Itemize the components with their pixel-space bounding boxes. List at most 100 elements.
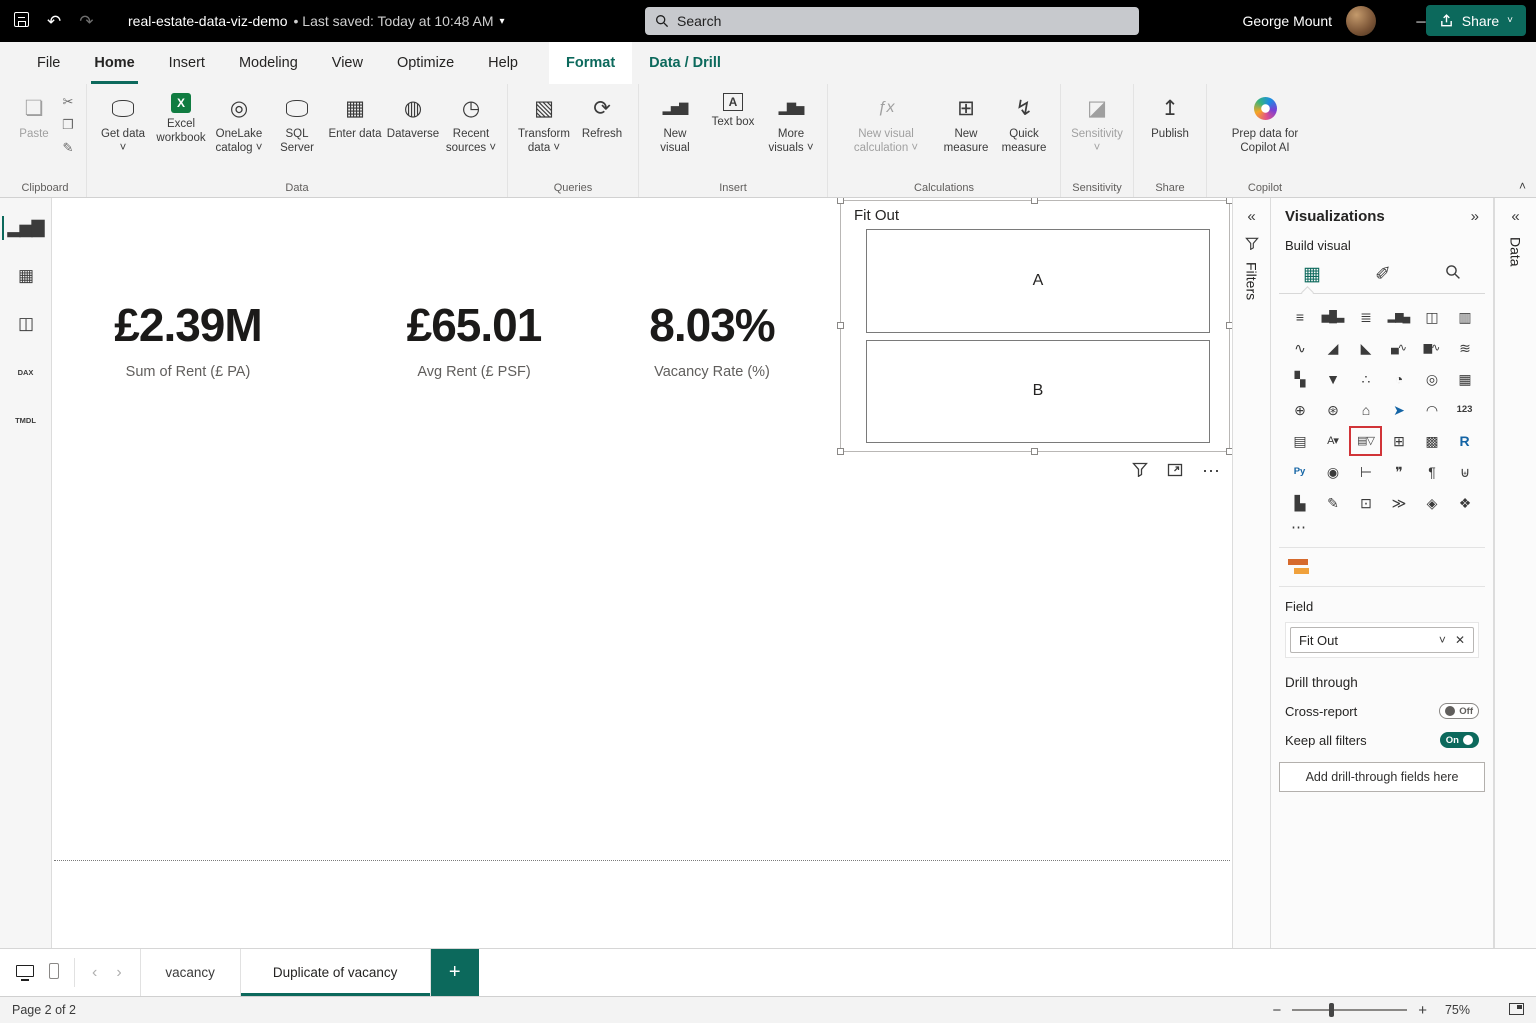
share-button[interactable]: Share ˅	[1426, 5, 1526, 36]
new-page-button[interactable]: +	[431, 949, 479, 996]
page-tab[interactable]: Duplicate of vacancy	[241, 949, 431, 996]
report-view[interactable]: ▂▅▇	[6, 208, 46, 248]
collapse-ribbon-button[interactable]: ˄	[1519, 179, 1526, 193]
Format[interactable]: Format	[549, 42, 632, 84]
multi-row-card[interactable]: ▤	[1285, 428, 1314, 454]
gauge[interactable]: ◠	[1417, 397, 1446, 423]
slicer-option[interactable]: B	[866, 340, 1210, 444]
new-visual-calculation-button[interactable]: ƒx New visual calculation ˅	[835, 89, 937, 160]
scatter-chart[interactable]: ∴	[1351, 366, 1380, 392]
drill-through-field-dropzone[interactable]: Add drill-through fields here	[1279, 762, 1485, 792]
tmdl-view[interactable]: TMDL	[6, 400, 46, 440]
sql-server-button[interactable]: SQL Server	[268, 89, 326, 160]
tab-analytics[interactable]	[1445, 264, 1461, 284]
Modeling[interactable]: Modeling	[222, 42, 315, 84]
search-input[interactable]: Search	[645, 7, 1139, 35]
line-and-clustered-column-chart[interactable]: ▆∿	[1417, 335, 1446, 361]
stacked-area-chart[interactable]: ◣	[1351, 335, 1380, 361]
arcgis-map[interactable]: ◈	[1417, 490, 1446, 516]
Optimize[interactable]: Optimize	[380, 42, 471, 84]
dataverse-button[interactable]: ◍ Dataverse	[384, 89, 442, 146]
azure-map[interactable]: ➤	[1384, 397, 1413, 423]
toggle-switch[interactable]: Off	[1439, 703, 1479, 719]
selection-handle[interactable]	[1031, 198, 1038, 204]
selection-handle[interactable]	[837, 322, 844, 329]
model-view[interactable]: ◫	[6, 304, 46, 344]
kpi-card[interactable]: 8.03% Vacancy Rate (%)	[572, 298, 852, 380]
map[interactable]: ⊕	[1285, 397, 1314, 423]
enter-data-button[interactable]: ▦ Enter data	[326, 89, 384, 146]
expand-data-button[interactable]: «	[1511, 208, 1519, 225]
waterfall-chart[interactable]: ▚	[1285, 366, 1314, 392]
fit-to-page-button[interactable]	[1481, 1003, 1524, 1018]
Insert[interactable]: Insert	[152, 42, 222, 84]
power-apps[interactable]: ⊡	[1351, 490, 1380, 516]
key-influencers[interactable]: ◉	[1318, 459, 1347, 485]
View[interactable]: View	[315, 42, 380, 84]
publish-button[interactable]: ↥ Publish	[1141, 89, 1199, 146]
more-visuals-button[interactable]: ▂▇▅ More visuals ˅	[762, 89, 820, 160]
stacked-bar-chart[interactable]: ≡	[1285, 304, 1314, 330]
format-painter-icon[interactable]: ✎	[57, 137, 79, 158]
mobile-layout-button[interactable]	[49, 963, 59, 982]
Data / Drill[interactable]: Data / Drill	[632, 42, 738, 84]
filters-pane-title[interactable]: Filters	[1244, 262, 1260, 300]
shape-map[interactable]: ⌂	[1351, 397, 1380, 423]
kpi-card[interactable]: £2.39M Sum of Rent (£ PA)	[52, 298, 328, 380]
tab-format-visual[interactable]: ✐	[1375, 265, 1391, 284]
ribbon-chart[interactable]: ≋	[1450, 335, 1479, 361]
zoom-out-button[interactable]: −	[1272, 1003, 1281, 1018]
field-remove-icon[interactable]: ✕	[1455, 634, 1465, 646]
paste-button[interactable]: ❏ Paste	[11, 89, 57, 146]
filled-map[interactable]: ⊛	[1318, 397, 1347, 423]
more-visual[interactable]: ❖	[1450, 490, 1479, 516]
zoom-in-button[interactable]: +	[1418, 1003, 1427, 1018]
cut-icon[interactable]: ✂	[57, 91, 79, 112]
smart-narrative[interactable]: ¶	[1417, 459, 1446, 485]
zoom-slider[interactable]	[1292, 1009, 1407, 1011]
clustered-bar-chart[interactable]: ≣	[1351, 304, 1380, 330]
toggle-switch[interactable]: On	[1440, 732, 1479, 748]
slicer-option[interactable]: A	[866, 229, 1210, 333]
treemap[interactable]: ▦	[1450, 366, 1479, 392]
new-measure-button[interactable]: ⊞ New measure	[937, 89, 995, 160]
selection-handle[interactable]	[837, 448, 844, 455]
metrics[interactable]: ⊎	[1450, 459, 1479, 485]
selection-handle[interactable]	[837, 198, 844, 204]
area-chart[interactable]: ◢	[1318, 335, 1347, 361]
selection-handle[interactable]	[1031, 448, 1038, 455]
onelake-catalog-button[interactable]: ◎ OneLake catalog ˅	[210, 89, 268, 160]
redo-button[interactable]: ↷	[79, 13, 93, 30]
100-stacked-bar-chart[interactable]: ◫	[1417, 304, 1446, 330]
visual-filter-button[interactable]	[1132, 462, 1148, 480]
File[interactable]: File	[20, 42, 77, 84]
donut-chart[interactable]: ◎	[1417, 366, 1446, 392]
document-title-area[interactable]: real-estate-data-viz-demo • Last saved: …	[128, 0, 505, 42]
data-pane-title[interactable]: Data	[1508, 237, 1524, 267]
selected-visual-fit-out[interactable]: Fit Out A B	[840, 200, 1230, 452]
zoom-slider-knob[interactable]	[1329, 1003, 1334, 1017]
collapse-visualizations-button[interactable]: »	[1471, 208, 1479, 225]
copy-icon[interactable]: ❐	[57, 114, 79, 135]
transform-data-button[interactable]: ▧ Transform data ˅	[515, 89, 573, 160]
Home[interactable]: Home	[77, 42, 151, 84]
sensitivity-button[interactable]: ◪ Sensitivity ˅	[1068, 89, 1126, 160]
get-data-button[interactable]: Get data ˅	[94, 89, 152, 160]
prep-data-copilot-button[interactable]: Prep data for Copilot AI	[1214, 89, 1316, 160]
matrix[interactable]: ▩	[1417, 428, 1446, 454]
dax-query-view[interactable]: DAX	[6, 352, 46, 392]
more-visual-types-button[interactable]: ⋯	[1285, 516, 1312, 538]
quick-measure-button[interactable]: ↯ Quick measure	[995, 89, 1053, 160]
paginated-report[interactable]: ▙	[1285, 490, 1314, 516]
new-card-visual[interactable]: ✎	[1318, 490, 1347, 516]
field-pill-fit-out[interactable]: Fit Out ˅ ✕	[1290, 627, 1474, 653]
kpi[interactable]: A▾	[1318, 428, 1347, 454]
report-canvas[interactable]: £2.39M Sum of Rent (£ PA) £65.01 Avg Ren…	[52, 198, 1232, 948]
q-and-a[interactable]: ❞	[1384, 459, 1413, 485]
power-automate[interactable]: ≫	[1384, 490, 1413, 516]
Help[interactable]: Help	[471, 42, 535, 84]
funnel-chart[interactable]: ▼	[1318, 366, 1347, 392]
line-and-stacked-column-chart[interactable]: ▄∿	[1384, 335, 1413, 361]
visual-more-options-button[interactable]: ⋯	[1202, 462, 1221, 480]
slicer-new[interactable]: ▤▽	[1351, 428, 1380, 454]
